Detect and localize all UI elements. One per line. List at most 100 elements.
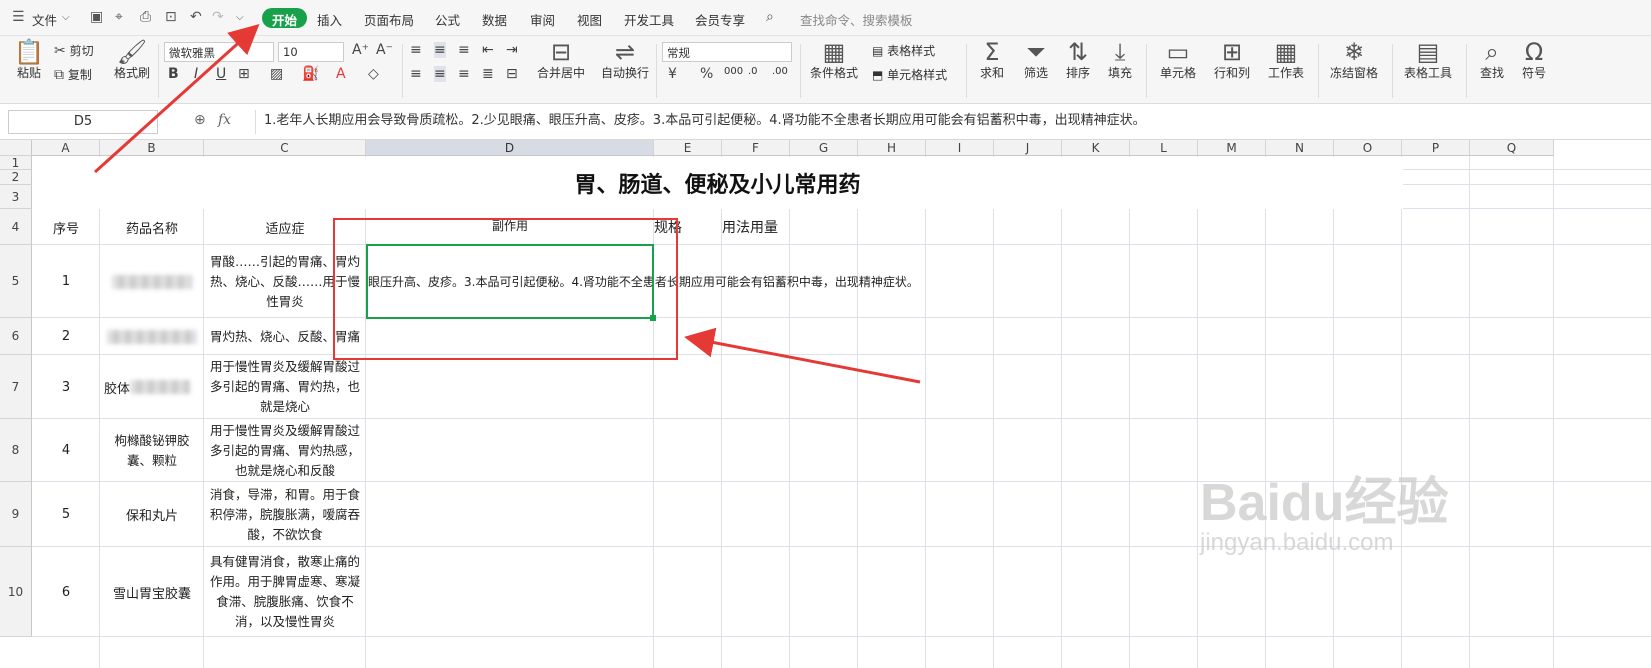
increase-indent-icon[interactable]: ⇥	[506, 42, 518, 58]
conditional-format-button[interactable]: ▦ 条件格式	[806, 40, 862, 81]
zoom-icon[interactable]: ⊕	[194, 112, 206, 128]
currency-icon[interactable]: ¥	[668, 66, 677, 82]
align-right-icon[interactable]: ≡	[458, 66, 470, 82]
column-header-e[interactable]: E	[654, 140, 722, 156]
column-header-p[interactable]: P	[1402, 140, 1470, 156]
thousands-icon[interactable]: 000	[724, 66, 743, 77]
font-color-icon[interactable]: A	[336, 66, 346, 82]
sheet-title[interactable]: 胃、肠道、便秘及小儿常用药	[32, 157, 1403, 209]
highlight-color-icon[interactable]: ⛽	[302, 66, 319, 82]
decrease-font-icon[interactable]: A⁻	[376, 42, 393, 58]
row-header-5[interactable]: 5	[0, 245, 32, 318]
undo-icon[interactable]: ↶	[190, 9, 202, 25]
column-header-f[interactable]: F	[722, 140, 790, 156]
align-top-icon[interactable]: ≡	[410, 42, 422, 58]
increase-decimal-icon[interactable]: .0	[748, 66, 758, 77]
cell-no[interactable]: 4	[32, 419, 100, 482]
fx-icon[interactable]: fx	[218, 112, 231, 128]
print-icon[interactable]: ⎙	[140, 9, 151, 25]
cell-button[interactable]: ▭ 单元格	[1154, 40, 1202, 81]
number-format-select[interactable]: 常规	[662, 42, 792, 62]
sort-button[interactable]: ⇅ 排序	[1060, 40, 1096, 81]
underline-icon[interactable]: U	[216, 66, 226, 82]
decrease-indent-icon[interactable]: ⇤	[482, 42, 494, 58]
tab-insert[interactable]: 插入	[317, 10, 342, 29]
align-center-icon[interactable]: ≡	[434, 66, 446, 82]
save-icon[interactable]: ▣	[90, 9, 103, 25]
row-header-7[interactable]: 7	[0, 355, 32, 419]
row-header-3[interactable]: 3	[0, 185, 32, 209]
formula-input[interactable]: 1.老年人长期应用会导致骨质疏松。2.少见眼痛、眼压升高、皮疹。3.本品可引起便…	[255, 110, 1651, 134]
cell-no[interactable]: 3	[32, 355, 100, 419]
search-input[interactable]: 查找命令、搜索模板	[800, 10, 913, 29]
cell-style-button[interactable]: ⬒ 单元格样式	[872, 66, 947, 83]
bold-icon[interactable]: B	[168, 66, 179, 82]
tab-member[interactable]: 会员专享	[695, 10, 745, 29]
row-header-8[interactable]: 8	[0, 419, 32, 482]
column-header-a[interactable]: A	[32, 140, 100, 156]
format-painter-button[interactable]: 🖌 格式刷	[112, 40, 152, 81]
table-style-button[interactable]: ▤ 表格样式	[872, 42, 935, 59]
freeze-panes-button[interactable]: ❄ 冻结窗格	[1326, 40, 1382, 81]
align-bottom-icon[interactable]: ≡	[458, 42, 470, 58]
clear-icon[interactable]: ◇	[368, 66, 379, 82]
cell-drug-name[interactable]: 雪山胃宝胶囊	[100, 547, 204, 637]
print-preview-icon[interactable]: ⊡	[165, 9, 177, 25]
cell-indication[interactable]: 具有健胃消食，散寒止痛的作用。用于脾胃虚寒、寒凝食滞、脘腹胀痛、饮食不消，以及慢…	[204, 547, 366, 637]
copy-button[interactable]: ⧉ 复制	[54, 66, 92, 83]
italic-icon[interactable]: I	[194, 66, 198, 82]
cell-drug-name[interactable]: 枸橼酸铋钾胶囊、颗粒	[100, 419, 204, 482]
header-cell-no[interactable]: 序号	[32, 209, 100, 245]
cut-button[interactable]: ✂ 剪切	[54, 42, 94, 59]
decrease-decimal-icon[interactable]: .00	[772, 66, 788, 77]
table-tools-button[interactable]: ▤ 表格工具	[1400, 40, 1456, 81]
column-header-h[interactable]: H	[858, 140, 926, 156]
file-menu[interactable]: 文件	[32, 10, 57, 29]
merge-center-button[interactable]: ⊟ 合并居中	[534, 40, 588, 81]
fill-button[interactable]: ⤓ 填充	[1102, 40, 1138, 81]
font-size-select[interactable]: 10	[278, 42, 344, 62]
tab-home[interactable]: 开始	[262, 8, 308, 28]
header-cell-dosage[interactable]: 用法用量	[722, 209, 802, 245]
tab-page-layout[interactable]: 页面布局	[364, 10, 414, 29]
sum-button[interactable]: Σ 求和	[974, 40, 1010, 81]
paste-button[interactable]: 📋 粘贴	[12, 40, 46, 81]
column-header-m[interactable]: M	[1198, 140, 1266, 156]
cell-no[interactable]: 2	[32, 318, 100, 355]
column-header-b[interactable]: B	[100, 140, 204, 156]
cell-indication[interactable]: 消食，导滞，和胃。用于食积停滞，脘腹胀满，嗳腐吞酸，不欲饮食	[204, 482, 366, 547]
cell-indication[interactable]: 用于慢性胃炎及缓解胃酸过多引起的胃痛、胃灼热感，也就是烧心和反酸	[204, 419, 366, 482]
format-icon[interactable]: ⌖	[115, 9, 123, 25]
justify-icon[interactable]: ≣	[482, 66, 494, 82]
symbol-button[interactable]: Ω 符号	[1516, 40, 1552, 81]
column-header-l[interactable]: L	[1130, 140, 1198, 156]
select-all-corner[interactable]	[0, 140, 32, 156]
cell-drug-name[interactable]	[100, 318, 204, 355]
customize-toolbar-icon[interactable]: ⌵	[236, 12, 244, 23]
column-header-q[interactable]: Q	[1470, 140, 1554, 156]
row-header-4[interactable]: 4	[0, 209, 32, 245]
align-middle-icon[interactable]: ≡	[434, 42, 446, 58]
row-header-1[interactable]: 1	[0, 156, 32, 170]
fill-pattern-icon[interactable]: ▨	[270, 66, 283, 82]
tab-review[interactable]: 审阅	[530, 10, 555, 29]
column-header-k[interactable]: K	[1062, 140, 1130, 156]
percent-icon[interactable]: %	[700, 66, 713, 82]
row-header-10[interactable]: 10	[0, 547, 32, 637]
column-header-d[interactable]: D	[366, 140, 654, 156]
tab-developer[interactable]: 开发工具	[624, 10, 674, 29]
column-header-o[interactable]: O	[1334, 140, 1402, 156]
font-name-select[interactable]: 微软雅黑	[164, 42, 274, 62]
cell-no[interactable]: 5	[32, 482, 100, 547]
align-left-icon[interactable]: ≡	[410, 66, 422, 82]
tab-data[interactable]: 数据	[482, 10, 507, 29]
find-button[interactable]: ⌕ 查找	[1474, 40, 1510, 81]
hamburger-menu-icon[interactable]: ☰	[12, 9, 25, 25]
row-header-9[interactable]: 9	[0, 482, 32, 547]
tab-view[interactable]: 视图	[577, 10, 602, 29]
cell-drug-name[interactable]: 胶体	[100, 355, 204, 419]
auto-wrap-button[interactable]: ⇌ 自动换行	[598, 40, 652, 81]
column-header-j[interactable]: J	[994, 140, 1062, 156]
name-box[interactable]: D5	[8, 110, 158, 134]
cell-drug-name[interactable]	[100, 245, 204, 318]
